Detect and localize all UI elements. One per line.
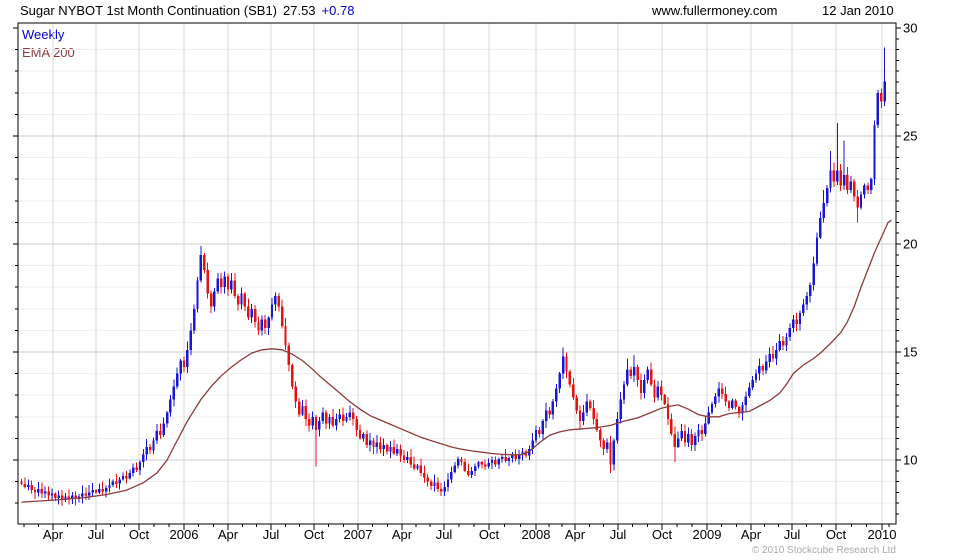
svg-text:2010: 2010 <box>868 527 897 542</box>
x-axis-labels: Apr Jul Oct 2006 Apr Jul Oct 2007 Apr Jul Oct 2008 A… <box>43 527 897 542</box>
svg-text:Oct: Oct <box>129 527 150 542</box>
svg-text:Oct: Oct <box>479 527 500 542</box>
svg-text:20: 20 <box>903 237 917 252</box>
grid-vertical <box>52 23 883 524</box>
svg-text:30: 30 <box>903 21 917 36</box>
svg-text:Apr: Apr <box>43 527 64 542</box>
candlestick-chart: 10 15 20 25 30 Apr Jul Oct 2006 Apr Jul Oct 2007 Apr J… <box>13 21 917 542</box>
svg-text:2007: 2007 <box>344 527 373 542</box>
grid-horizontal-major <box>18 135 896 461</box>
svg-text:2006: 2006 <box>170 527 199 542</box>
svg-text:10: 10 <box>903 453 917 468</box>
chart-window: Sugar NYBOT 1st Month Continuation (SB1)… <box>0 0 980 560</box>
svg-text:Apr: Apr <box>392 527 413 542</box>
y-axis-labels: 10 15 20 25 30 <box>903 21 917 468</box>
svg-text:Jul: Jul <box>784 527 801 542</box>
svg-text:Jul: Jul <box>88 527 105 542</box>
svg-text:Oct: Oct <box>304 527 325 542</box>
svg-text:Jul: Jul <box>436 527 453 542</box>
svg-text:2008: 2008 <box>522 527 551 542</box>
svg-text:Oct: Oct <box>652 527 673 542</box>
axis-ticks <box>13 27 901 530</box>
svg-text:Apr: Apr <box>741 527 762 542</box>
svg-text:Jul: Jul <box>610 527 627 542</box>
svg-text:Apr: Apr <box>218 527 239 542</box>
svg-text:25: 25 <box>903 129 917 144</box>
svg-text:15: 15 <box>903 345 917 360</box>
svg-text:Apr: Apr <box>565 527 586 542</box>
svg-text:Oct: Oct <box>826 527 847 542</box>
candles <box>20 47 886 506</box>
svg-text:2009: 2009 <box>693 527 722 542</box>
copyright-label: © 2010 Stockcube Research Ltd <box>751 545 896 556</box>
grid-horizontal-minor <box>18 49 896 504</box>
svg-text:Jul: Jul <box>263 527 280 542</box>
